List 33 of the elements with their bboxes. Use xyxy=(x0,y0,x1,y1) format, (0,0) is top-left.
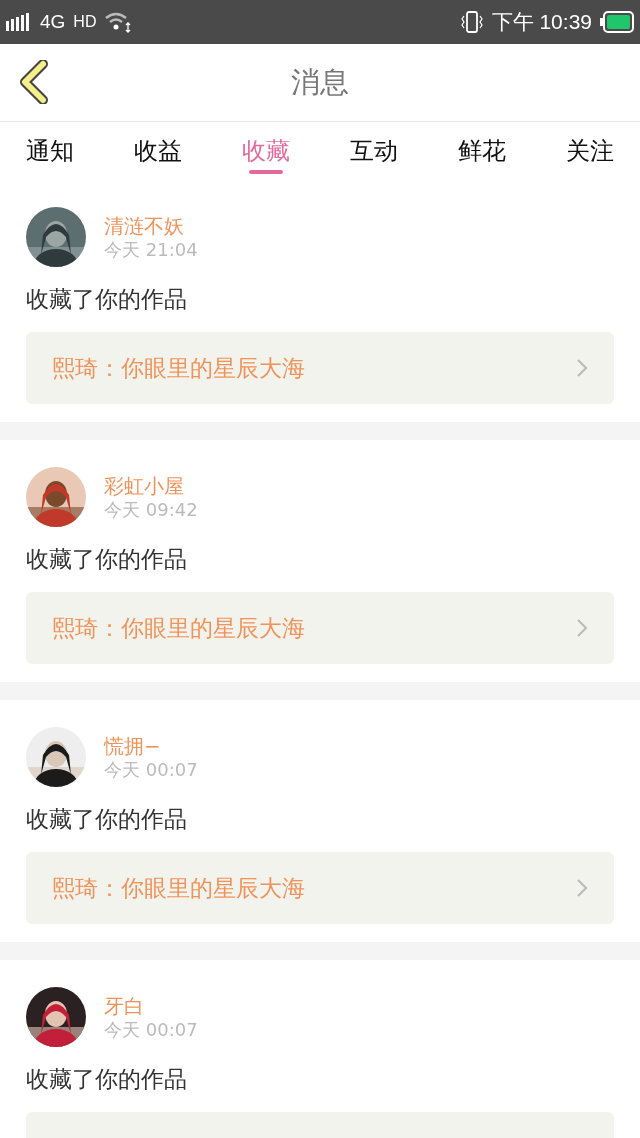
vibrate-icon xyxy=(459,10,484,34)
signal-icon xyxy=(6,13,32,31)
hd-label: HD xyxy=(73,13,97,31)
back-icon xyxy=(19,60,49,104)
chevron-icon xyxy=(576,618,588,638)
message-text: 收藏了你的作品 xyxy=(26,285,188,314)
work-link[interactable]: 熙琦：你眼里的星辰大海 xyxy=(26,592,614,664)
message-time: 今天 00:07 xyxy=(104,1019,198,1041)
work-link[interactable]: 熙琦：你眼里的星辰大海 xyxy=(26,852,614,924)
user-name[interactable]: 牙白 xyxy=(104,993,198,1019)
page-title: 消息 xyxy=(291,63,349,101)
tab[interactable]: 收益 xyxy=(126,122,190,180)
network-label: 4G xyxy=(40,11,66,33)
tab[interactable]: 鲜花 xyxy=(450,122,514,180)
message-text: 收藏了你的作品 xyxy=(26,545,188,574)
work-link[interactable]: 熙琦：你眼里的星辰大海 xyxy=(26,332,614,404)
user-name[interactable]: 慌拥− xyxy=(104,733,198,759)
tab[interactable]: 关注 xyxy=(558,122,622,180)
message-time: 今天 21:04 xyxy=(104,239,198,261)
chevron-icon xyxy=(576,878,588,898)
battery-icon xyxy=(600,11,634,33)
user-name[interactable]: 清涟不妖 xyxy=(104,213,198,239)
chevron-icon xyxy=(576,358,588,378)
tab[interactable]: 互动 xyxy=(342,122,406,180)
tab[interactable]: 通知 xyxy=(18,122,82,180)
wifi-icon xyxy=(104,11,133,33)
message-text: 收藏了你的作品 xyxy=(26,805,188,834)
tab[interactable]: 收藏 xyxy=(234,122,298,180)
clock-time: 下午 10:39 xyxy=(491,9,592,35)
message-time: 今天 09:42 xyxy=(104,499,198,521)
user-name[interactable]: 彩虹小屋 xyxy=(104,473,198,499)
message-time: 今天 00:07 xyxy=(104,759,198,781)
message-text: 收藏了你的作品 xyxy=(26,1065,188,1094)
